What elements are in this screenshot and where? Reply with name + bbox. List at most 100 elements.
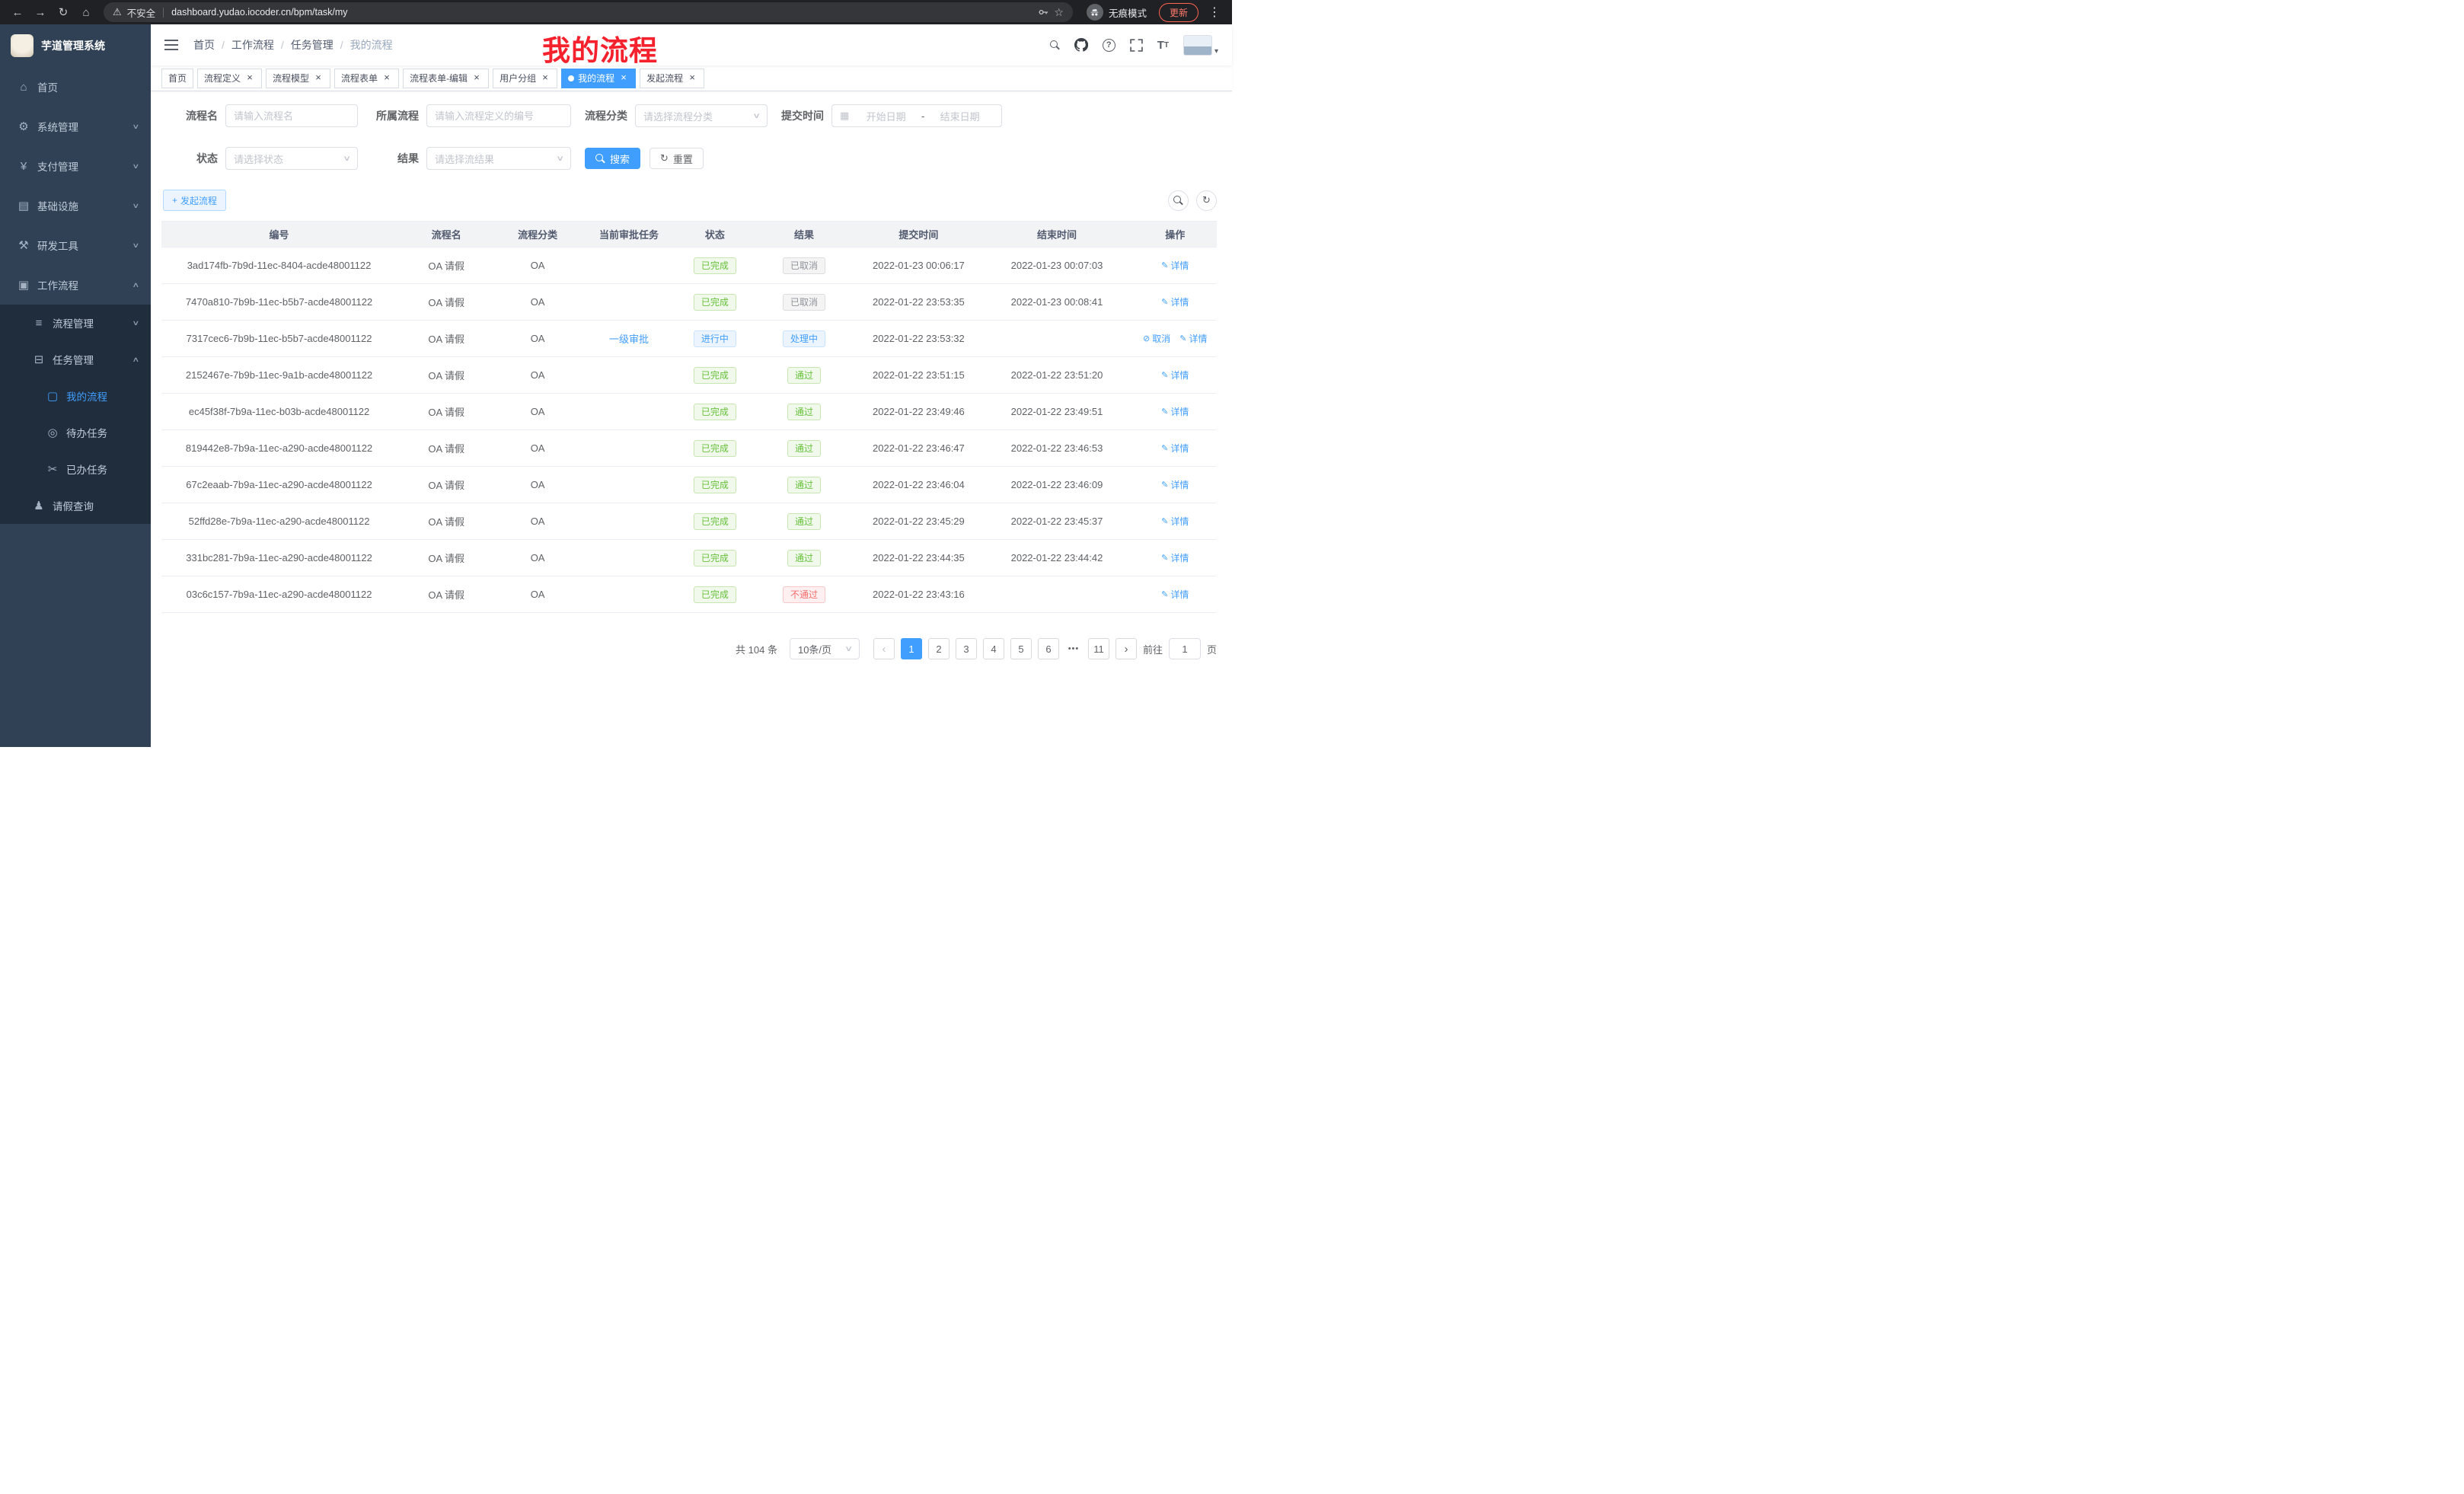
forward-icon[interactable]: → xyxy=(30,2,50,22)
refresh-table-icon[interactable]: ↻ xyxy=(1196,190,1217,211)
close-icon[interactable]: × xyxy=(687,73,697,84)
search-button-label: 搜索 xyxy=(610,152,630,166)
tab-3[interactable]: 流程表单× xyxy=(334,69,399,88)
status-badge-cell: 进行中 xyxy=(678,321,752,357)
sidebar-item-payment-management[interactable]: ¥支付管理∨ xyxy=(0,146,151,186)
hamburger-icon[interactable] xyxy=(164,40,178,50)
user-avatar[interactable]: ▾ xyxy=(1183,35,1218,56)
close-icon[interactable]: × xyxy=(471,73,482,84)
sidebar-item-my-process[interactable]: ▢我的流程 xyxy=(0,378,151,414)
current-task-cell xyxy=(579,357,678,394)
tab-1[interactable]: 流程定义× xyxy=(197,69,262,88)
task-link[interactable]: 一级审批 xyxy=(609,334,649,345)
column-header: 编号 xyxy=(161,222,397,247)
sidebar-menu: ⌂首页⚙系统管理∨¥支付管理∨▤基础设施∨⚒研发工具∨▣工作流程∧≡流程管理∨⊟… xyxy=(0,67,151,524)
address-bar[interactable]: ⚠ 不安全 dashboard.yudao.iocoder.cn/bpm/tas… xyxy=(104,2,1073,22)
detail-button[interactable]: ✎详情 xyxy=(1179,332,1207,345)
tab-label: 流程表单-编辑 xyxy=(410,72,468,85)
browser-menu-icon[interactable]: ⋮ xyxy=(1205,5,1224,20)
toggle-search-icon[interactable] xyxy=(1168,190,1189,211)
github-icon[interactable] xyxy=(1074,38,1088,52)
tab-2[interactable]: 流程模型× xyxy=(266,69,330,88)
close-icon[interactable]: × xyxy=(244,73,255,84)
sidebar-item-task-management[interactable]: ⊟任务管理∧ xyxy=(0,341,151,378)
close-icon[interactable]: × xyxy=(540,73,551,84)
prev-page-button[interactable]: ‹ xyxy=(873,638,895,659)
back-icon[interactable]: ← xyxy=(8,2,27,22)
bookmark-star-icon[interactable]: ☆ xyxy=(1054,6,1064,19)
page-size-label: 10条/页 xyxy=(798,642,831,656)
sidebar-item-infrastructure[interactable]: ▤基础设施∨ xyxy=(0,186,151,225)
search-button[interactable]: 搜索 xyxy=(585,148,640,169)
search-icon[interactable] xyxy=(1050,40,1060,50)
tab-0[interactable]: 首页 xyxy=(161,69,193,88)
tasks-icon: ⊟ xyxy=(30,353,47,366)
status-badge: 已完成 xyxy=(694,513,736,530)
sidebar-item-dev-tools[interactable]: ⚒研发工具∨ xyxy=(0,225,151,265)
category-select[interactable]: 请选择流程分类 ∨ xyxy=(635,104,768,127)
detail-button[interactable]: ✎详情 xyxy=(1161,478,1189,491)
home-icon[interactable]: ⌂ xyxy=(76,2,96,22)
cancel-button[interactable]: ⊘取消 xyxy=(1143,332,1170,345)
sidebar-item-home[interactable]: ⌂首页 xyxy=(0,67,151,107)
page-size-select[interactable]: 10条/页 ∨ xyxy=(790,638,860,659)
reset-button[interactable]: ↻ 重置 xyxy=(650,148,704,169)
page-button-5[interactable]: 5 xyxy=(1010,638,1032,659)
create-process-button[interactable]: + 发起流程 xyxy=(163,190,226,211)
page-button-3[interactable]: 3 xyxy=(956,638,977,659)
page-button-2[interactable]: 2 xyxy=(928,638,950,659)
tab-7[interactable]: 发起流程× xyxy=(640,69,704,88)
tab-6[interactable]: 我的流程× xyxy=(561,69,636,88)
page-button-4[interactable]: 4 xyxy=(983,638,1004,659)
submit-time-range-picker[interactable]: ▦ 开始日期 - 结束日期 xyxy=(831,104,1002,127)
page-button-11[interactable]: 11 xyxy=(1088,638,1109,659)
fullscreen-icon[interactable] xyxy=(1130,39,1143,52)
key-icon[interactable] xyxy=(1038,7,1048,18)
detail-button[interactable]: ✎详情 xyxy=(1161,588,1189,601)
page-button-1[interactable]: 1 xyxy=(901,638,922,659)
close-icon[interactable]: × xyxy=(618,73,629,84)
close-icon[interactable]: × xyxy=(381,73,392,84)
page-ellipsis[interactable]: ••• xyxy=(1065,638,1082,659)
sidebar-item-leave-query[interactable]: ♟请假查询 xyxy=(0,487,151,524)
result-badge-cell: 处理中 xyxy=(752,321,857,357)
tab-4[interactable]: 流程表单-编辑× xyxy=(403,69,489,88)
sidebar-item-done-task[interactable]: ✂已办任务 xyxy=(0,451,151,487)
total-count: 共 104 条 xyxy=(736,642,777,656)
submit-time: 2022-01-22 23:51:15 xyxy=(857,357,980,394)
process-category: OA xyxy=(496,430,579,467)
process-name-input[interactable] xyxy=(225,104,358,127)
detail-button[interactable]: ✎详情 xyxy=(1161,515,1189,528)
submit-time: 2022-01-22 23:43:16 xyxy=(857,576,980,613)
page-button-6[interactable]: 6 xyxy=(1038,638,1059,659)
update-button[interactable]: 更新 xyxy=(1159,3,1198,22)
sidebar-item-workflow[interactable]: ▣工作流程∧ xyxy=(0,265,151,305)
submit-time: 2022-01-23 00:06:17 xyxy=(857,247,980,284)
sidebar-item-process-management[interactable]: ≡流程管理∨ xyxy=(0,305,151,341)
help-icon[interactable]: ? xyxy=(1103,39,1116,52)
tab-5[interactable]: 用户分组 × xyxy=(493,69,557,88)
breadcrumb-item[interactable]: 工作流程 xyxy=(231,37,274,53)
caret-down-icon: ▾ xyxy=(1214,47,1218,56)
goto-page-input[interactable] xyxy=(1169,638,1201,659)
breadcrumb-item[interactable]: 首页 xyxy=(193,37,215,53)
result-select[interactable]: 请选择流结果 ∨ xyxy=(426,147,571,170)
reload-icon[interactable]: ↻ xyxy=(53,2,73,22)
detail-button[interactable]: ✎详情 xyxy=(1161,405,1189,418)
app-logo[interactable]: 芋道管理系统 xyxy=(0,24,151,67)
close-icon[interactable]: × xyxy=(313,73,324,84)
detail-button[interactable]: ✎详情 xyxy=(1161,259,1189,272)
next-page-button[interactable]: › xyxy=(1116,638,1137,659)
detail-button[interactable]: ✎详情 xyxy=(1161,369,1189,381)
tab-label: 用户分组 xyxy=(500,72,536,85)
process-definition-input[interactable] xyxy=(426,104,571,127)
detail-button[interactable]: ✎详情 xyxy=(1161,551,1189,564)
table-toolbar: + 发起流程 ↻ xyxy=(163,190,1217,211)
font-size-icon[interactable]: TT xyxy=(1157,39,1169,52)
sidebar-item-todo-task[interactable]: ◎待办任务 xyxy=(0,414,151,451)
detail-button[interactable]: ✎详情 xyxy=(1161,295,1189,308)
breadcrumb-item[interactable]: 任务管理 xyxy=(291,37,334,53)
status-select[interactable]: 请选择状态 ∨ xyxy=(225,147,358,170)
sidebar-item-system-management[interactable]: ⚙系统管理∨ xyxy=(0,107,151,146)
detail-button[interactable]: ✎详情 xyxy=(1161,442,1189,455)
